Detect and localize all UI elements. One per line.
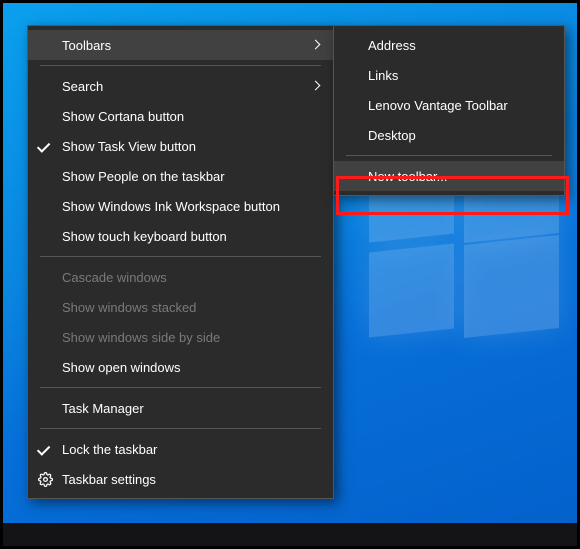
menu-item-label: Show People on the taskbar [62,169,319,184]
menu-item-label: New toolbar... [368,169,550,184]
menu-separator [40,65,321,66]
menu-item-label: Cascade windows [62,270,319,285]
menu-item-label: Show open windows [62,360,319,375]
submenu-item-lenovo-vantage[interactable]: Lenovo Vantage Toolbar [334,90,564,120]
menu-item-label: Task Manager [62,401,319,416]
menu-item-label: Lock the taskbar [62,442,319,457]
menu-item-side-by-side: Show windows side by side [28,322,333,352]
menu-item-label: Show Cortana button [62,109,319,124]
menu-item-search[interactable]: Search [28,71,333,101]
menu-item-taskbar-settings[interactable]: Taskbar settings [28,464,333,494]
menu-item-show-stacked: Show windows stacked [28,292,333,322]
chevron-right-icon [307,80,319,92]
menu-item-toolbars[interactable]: Toolbars [28,30,333,60]
menu-item-label: Taskbar settings [62,472,319,487]
check-icon [28,442,62,457]
menu-item-label: Show Windows Ink Workspace button [62,199,319,214]
menu-separator [40,387,321,388]
menu-separator [40,428,321,429]
check-icon [28,139,62,154]
taskbar[interactable] [3,523,577,546]
menu-item-cascade-windows: Cascade windows [28,262,333,292]
submenu-item-address[interactable]: Address [334,30,564,60]
menu-item-task-manager[interactable]: Task Manager [28,393,333,423]
menu-separator [346,155,552,156]
menu-item-label: Toolbars [62,38,307,53]
menu-item-lock-taskbar[interactable]: Lock the taskbar [28,434,333,464]
menu-item-label: Lenovo Vantage Toolbar [368,98,550,113]
menu-item-label: Show windows side by side [62,330,319,345]
menu-item-label: Show Task View button [62,139,319,154]
menu-item-show-open-windows[interactable]: Show open windows [28,352,333,382]
menu-item-label: Address [368,38,550,53]
taskbar-context-menu: Toolbars Search Show Cortana button Show… [27,25,334,499]
screenshot-frame: Toolbars Search Show Cortana button Show… [0,0,580,549]
menu-item-show-task-view[interactable]: Show Task View button [28,131,333,161]
menu-item-label: Links [368,68,550,83]
menu-item-label: Desktop [368,128,550,143]
menu-item-show-ink-workspace[interactable]: Show Windows Ink Workspace button [28,191,333,221]
toolbars-submenu: Address Links Lenovo Vantage Toolbar Des… [333,25,565,196]
chevron-right-icon [307,39,319,51]
submenu-item-desktop[interactable]: Desktop [334,120,564,150]
menu-separator [40,256,321,257]
menu-item-show-cortana[interactable]: Show Cortana button [28,101,333,131]
menu-item-label: Search [62,79,307,94]
menu-item-label: Show windows stacked [62,300,319,315]
menu-item-show-people[interactable]: Show People on the taskbar [28,161,333,191]
submenu-item-new-toolbar[interactable]: New toolbar... [334,161,564,191]
gear-icon [28,472,62,487]
desktop-background: Toolbars Search Show Cortana button Show… [3,3,577,546]
submenu-item-links[interactable]: Links [334,60,564,90]
menu-item-show-touch-keyboard[interactable]: Show touch keyboard button [28,221,333,251]
menu-item-label: Show touch keyboard button [62,229,319,244]
